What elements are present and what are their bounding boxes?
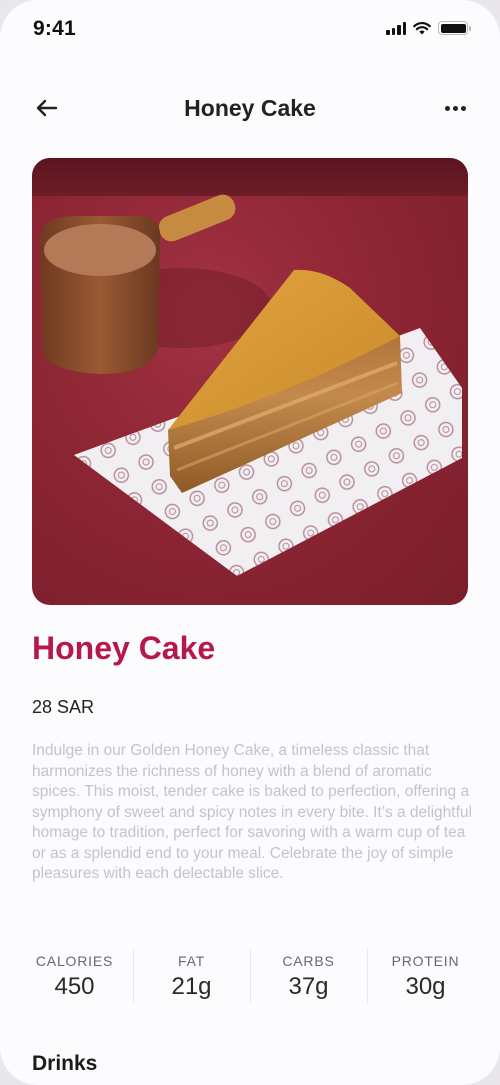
nutrition-protein: PROTEIN 30g — [367, 947, 484, 1007]
status-icons — [386, 21, 471, 35]
nutrition-value: 37g — [288, 973, 329, 1000]
nutrition-value: 30g — [405, 973, 446, 1000]
more-horizontal-icon — [444, 105, 450, 111]
cellular-signal-icon — [386, 21, 406, 35]
product-illustration — [40, 194, 462, 576]
battery-icon — [438, 21, 471, 35]
status-bar: 9:41 — [0, 0, 500, 60]
product-price: 28 SAR — [32, 697, 95, 717]
drinks-section-title: Drinks — [32, 1052, 98, 1075]
nutrition-label: CALORIES — [35, 953, 114, 969]
nutrition-label: PROTEIN — [391, 953, 460, 969]
product-description: Indulge in our Golden Honey Cake, a time… — [32, 742, 472, 882]
phone-screen: 9:41 Honey Cake Honey Cake 28 SAR Indulg… — [0, 0, 500, 1085]
wifi-icon — [413, 22, 431, 35]
status-time: 9:41 — [33, 17, 76, 40]
nutrition-carbs: CARBS 37g — [250, 947, 367, 1007]
more-options-button[interactable] — [440, 93, 470, 123]
nutrition-label: CARBS — [282, 953, 335, 969]
nutrition-facts: CALORIES 450 FAT 21g CARBS 37g PROTEIN 3… — [16, 947, 484, 1007]
nutrition-label: FAT — [177, 953, 206, 969]
nutrition-value: 450 — [54, 973, 95, 1000]
nutrition-fat: FAT 21g — [133, 947, 250, 1007]
page-title: Honey Cake — [184, 95, 316, 121]
nutrition-calories: CALORIES 450 — [16, 947, 133, 1007]
jug-handle — [158, 194, 236, 242]
product-name: Honey Cake — [32, 630, 216, 666]
navigation-bar: Honey Cake — [0, 85, 500, 131]
product-image — [32, 158, 468, 605]
nutrition-value: 21g — [171, 973, 212, 1000]
